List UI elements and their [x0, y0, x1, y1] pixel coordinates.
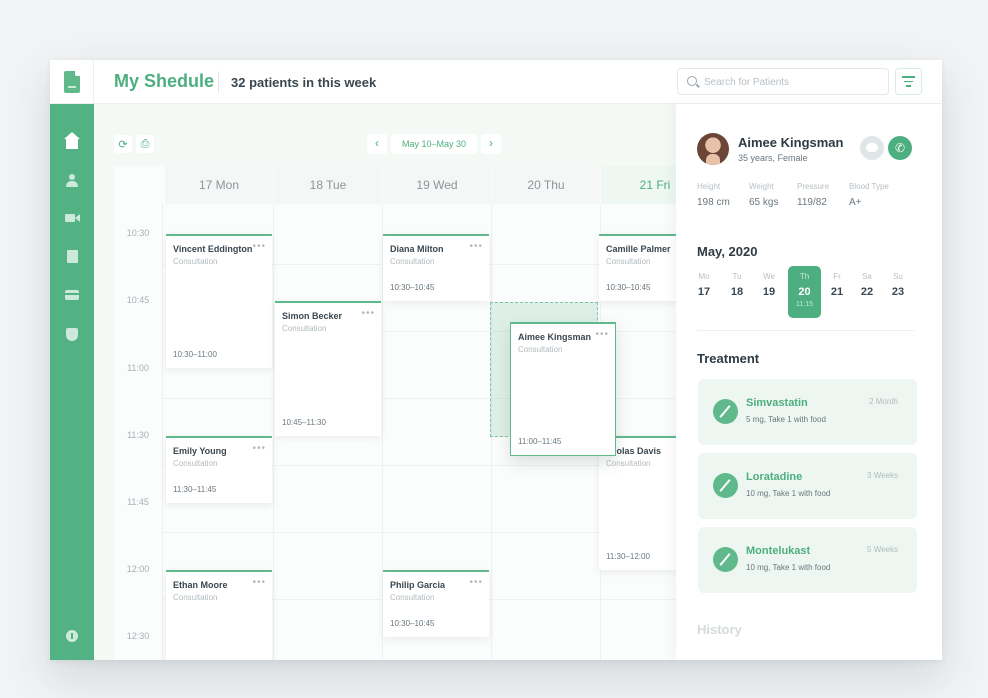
user-icon: [66, 173, 78, 187]
prev-week-button[interactable]: ‹: [367, 134, 387, 154]
date-range: May 10–May 30: [391, 134, 477, 154]
time-label: 11:30: [127, 430, 149, 440]
credit-card-icon: [65, 290, 79, 300]
book-icon: [66, 249, 78, 263]
patient-age-gender: 35 years, Female: [738, 153, 808, 163]
appointment-card[interactable]: Philip Garcia Consultation ••• 10:30–10:…: [383, 570, 489, 637]
pill-icon: [713, 399, 738, 424]
refresh-icon: ⟳: [118, 138, 128, 151]
sidebar-item-billing[interactable]: [63, 286, 81, 304]
more-options-icon[interactable]: •••: [252, 577, 266, 588]
more-options-icon[interactable]: •••: [469, 577, 483, 588]
sidebar: [50, 104, 94, 660]
history-title[interactable]: History: [697, 622, 742, 637]
filter-button[interactable]: [895, 68, 922, 95]
schedule-panel: ⟳ ⎙ ‹ May 10–May 30 › 17 Mon 18 Tue 19 W…: [94, 104, 676, 660]
document-icon: [63, 71, 80, 93]
sidebar-item-patients[interactable]: [63, 171, 81, 189]
capsule-icon: [713, 473, 738, 498]
appointment-card[interactable]: Vincent Eddington Consultation ••• 10:30…: [166, 234, 272, 368]
refresh-button[interactable]: ⟳: [114, 135, 132, 153]
calendar-month: May, 2020: [697, 244, 758, 259]
patients-count: 32 patients in this week: [231, 75, 377, 90]
day-header[interactable]: 17 Mon: [165, 166, 273, 204]
app-window: My Shedule 32 patients in this week ⟳ ⎙ …: [50, 60, 942, 660]
time-label: 11:00: [127, 363, 149, 373]
treatment-title: Treatment: [697, 351, 760, 366]
more-options-icon[interactable]: •••: [252, 443, 266, 454]
patient-name: Aimee Kingsman: [738, 135, 844, 150]
more-options-icon[interactable]: •••: [469, 241, 483, 252]
stat-value: 65 kgs: [749, 197, 779, 208]
time-label: 12:30: [126, 631, 150, 641]
filter-icon: [902, 76, 915, 78]
page-title: My Shedule: [114, 71, 215, 91]
time-label: 11:45: [127, 497, 149, 507]
appointment-card[interactable]: Diana Milton Consultation ••• 10:30–10:4…: [383, 234, 489, 301]
time-label: 10:45: [126, 295, 150, 305]
time-label: 10:30: [126, 228, 150, 238]
appointment-card[interactable]: cholas Davis Consultation 11:30–12:00: [599, 436, 676, 570]
calendar-day[interactable]: Sa 22: [853, 272, 881, 298]
calendar-day-selected[interactable]: Th 20 11:15: [788, 266, 821, 318]
calendar-day[interactable]: We 19: [755, 272, 783, 298]
search-input[interactable]: [704, 73, 884, 91]
title-divider: [218, 71, 219, 93]
appointment-card[interactable]: Emily Young Consultation ••• 11:30–11:45: [166, 436, 272, 503]
medication-card[interactable]: Simvastatin 5 mg, Take 1 with food 2 Mon…: [698, 379, 917, 445]
sidebar-item-records[interactable]: [63, 247, 81, 265]
more-options-icon[interactable]: •••: [595, 329, 609, 340]
search-box: [677, 68, 889, 95]
calendar-day[interactable]: Mo 17: [690, 272, 718, 298]
stat-value: A+: [849, 197, 862, 208]
sidebar-item-video[interactable]: [63, 209, 81, 227]
shield-icon: [66, 327, 78, 341]
patient-panel: Aimee Kingsman 35 years, Female ✆ Height…: [676, 104, 942, 660]
medication-card[interactable]: Montelukast 10 mg, Take 1 with food 5 We…: [698, 527, 917, 593]
sidebar-item-info[interactable]: [63, 627, 81, 645]
time-label: 12:00: [126, 564, 150, 574]
pill-icon: [713, 547, 738, 572]
home-icon: [64, 132, 80, 149]
calendar-day[interactable]: Su 23: [884, 272, 912, 298]
stat-value: 198 cm: [697, 197, 730, 208]
appointment-card[interactable]: Ethan Moore Consultation •••: [166, 570, 272, 660]
search-icon: [687, 76, 697, 86]
stat-value: 119/82: [797, 197, 827, 208]
video-camera-icon: [65, 214, 80, 222]
appointment-card[interactable]: Simon Becker Consultation ••• 10:45–11:3…: [275, 301, 381, 436]
info-icon: [66, 630, 78, 642]
stat-label: Weight: [749, 182, 774, 191]
day-header[interactable]: 19 Wed: [383, 166, 491, 204]
sidebar-item-insurance[interactable]: [63, 325, 81, 343]
stat-label: Height: [697, 182, 721, 191]
day-header[interactable]: 18 Tue: [274, 166, 382, 204]
calendar-day[interactable]: Tu 18: [723, 272, 751, 298]
print-button[interactable]: ⎙: [136, 135, 154, 153]
sidebar-item-home[interactable]: [63, 132, 81, 150]
more-options-icon[interactable]: •••: [361, 308, 375, 319]
divider: [697, 330, 914, 331]
calendar-day[interactable]: Fr 21: [823, 272, 851, 298]
phone-icon: ✆: [894, 141, 906, 155]
day-header-active[interactable]: 21 Fri: [601, 166, 676, 204]
print-icon: ⎙: [140, 137, 150, 150]
more-options-icon[interactable]: •••: [252, 241, 266, 252]
logo[interactable]: [50, 60, 94, 104]
call-button[interactable]: ✆: [888, 136, 912, 160]
calendar-grid: 17 Mon 18 Tue 19 Wed 20 Thu 21 Fri 10:30…: [114, 166, 676, 660]
day-header[interactable]: 20 Thu: [492, 166, 600, 204]
stat-label: Pressure: [797, 182, 830, 191]
chat-button[interactable]: [860, 136, 884, 160]
stat-label: Blood Type: [849, 182, 889, 191]
appointment-card[interactable]: Camille Palmer Consultation ••• 10:30–10…: [599, 234, 676, 301]
top-bar: My Shedule 32 patients in this week: [50, 60, 942, 104]
next-week-button[interactable]: ›: [481, 134, 501, 154]
date-navigator: ‹ May 10–May 30 ›: [367, 134, 501, 154]
avatar: [697, 133, 729, 165]
medication-card[interactable]: Loratadine 10 mg, Take 1 with food 3 Wee…: [698, 453, 917, 519]
appointment-card-dragging[interactable]: Aimee Kingsman Consultation ••• 11:00–11…: [510, 322, 616, 456]
